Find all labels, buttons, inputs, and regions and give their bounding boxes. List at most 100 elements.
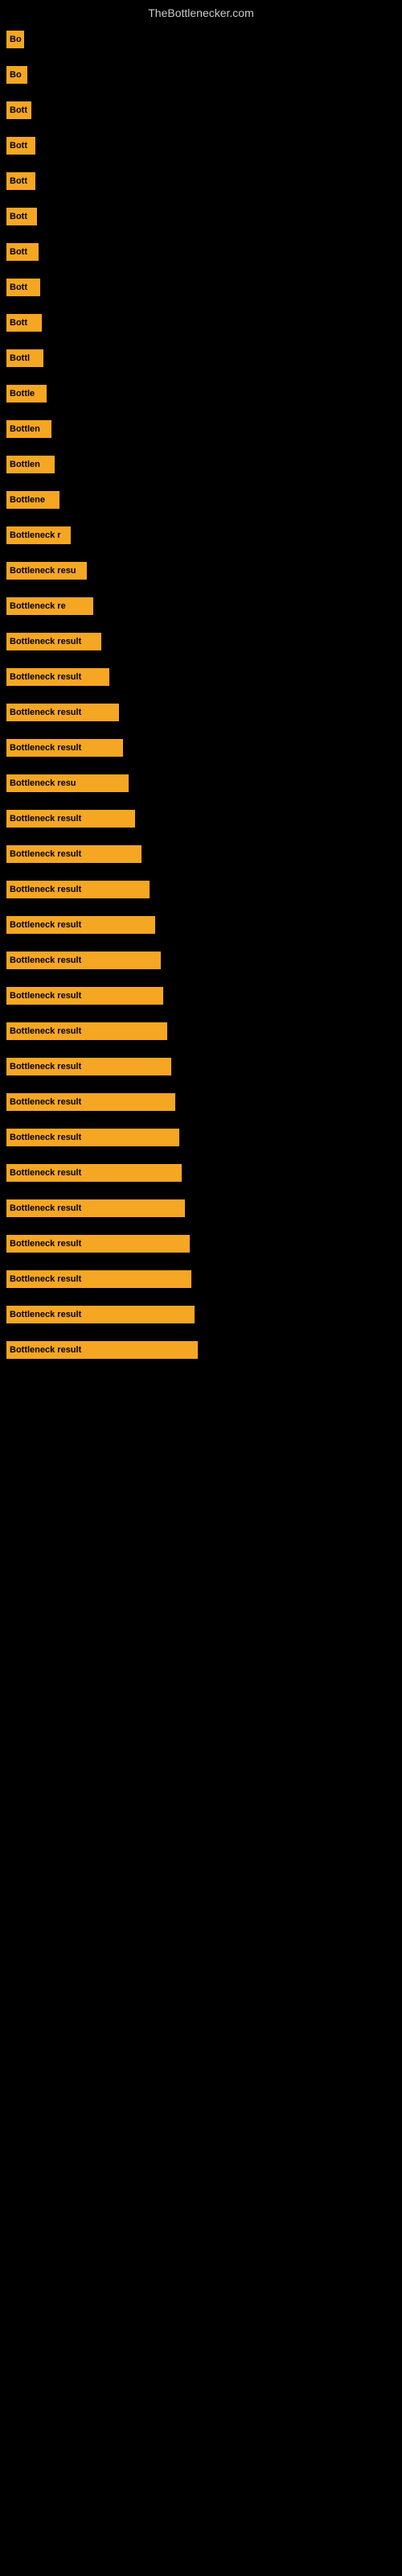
bar-item: Bottleneck result	[6, 845, 142, 863]
bar-item: Bott	[6, 243, 39, 261]
bar-item: Bottleneck result	[6, 1235, 190, 1253]
bar-row: Bott	[6, 314, 402, 332]
bar-row: Bottleneck result	[6, 1093, 402, 1111]
bar-item: Bottleneck result	[6, 739, 123, 757]
bar-item: Bottleneck result	[6, 1164, 182, 1182]
bar-row: Bottlen	[6, 420, 402, 438]
bar-item: Bottleneck resu	[6, 562, 87, 580]
bar-row: Bottleneck re	[6, 597, 402, 615]
bar-label: Bottleneck result	[10, 1168, 81, 1178]
bar-item: Bottleneck r	[6, 526, 71, 544]
bar-item: Bottleneck result	[6, 1306, 195, 1323]
bar-label: Bottleneck re	[10, 601, 66, 611]
bar-row: Bott	[6, 279, 402, 296]
bar-row: Bott	[6, 101, 402, 119]
bar-row: Bottleneck result	[6, 1235, 402, 1253]
bar-row: Bottleneck result	[6, 668, 402, 686]
bar-item: Bottleneck result	[6, 1058, 171, 1075]
bar-label: Bottleneck r	[10, 530, 61, 540]
bar-row: Bottleneck result	[6, 739, 402, 757]
bar-label: Bottleneck result	[10, 1062, 81, 1071]
bar-label: Bottlen	[10, 424, 40, 434]
bar-label: Bottleneck result	[10, 849, 81, 859]
bar-row: Bo	[6, 31, 402, 48]
bar-row: Bott	[6, 243, 402, 261]
bar-item: Bottleneck result	[6, 952, 161, 969]
bar-label: Bott	[10, 141, 27, 151]
bar-label: Bottleneck result	[10, 1239, 81, 1249]
bar-item: Bottleneck result	[6, 916, 155, 934]
bar-label: Bottle	[10, 389, 35, 398]
bar-row: Bottleneck result	[6, 1129, 402, 1146]
bar-label: Bottl	[10, 353, 30, 363]
bar-label: Bo	[10, 35, 22, 44]
bar-item: Bottleneck result	[6, 1022, 167, 1040]
bar-row: Bottlen	[6, 456, 402, 473]
bar-label: Bottleneck resu	[10, 566, 76, 576]
bar-row: Bott	[6, 137, 402, 155]
bar-row: Bottleneck result	[6, 881, 402, 898]
bar-label: Bottleneck result	[10, 708, 81, 717]
bar-row: Bottleneck result	[6, 704, 402, 721]
bar-label: Bottleneck result	[10, 1310, 81, 1319]
bar-row: Bottleneck result	[6, 1058, 402, 1075]
bar-label: Bott	[10, 105, 27, 115]
bars-container: Bo Bo Bott Bott Bott Bott Bott Bott Bott Bottl Bot…	[0, 23, 402, 1359]
bar-item: Bottleneck result	[6, 810, 135, 828]
bar-item: Bottleneck result	[6, 633, 101, 650]
bar-item: Bottleneck result	[6, 1093, 175, 1111]
bar-row: Bottleneck result	[6, 916, 402, 934]
bar-row: Bottleneck result	[6, 1306, 402, 1323]
bar-item: Bottleneck result	[6, 987, 163, 1005]
bar-label: Bottleneck result	[10, 743, 81, 753]
bar-label: Bott	[10, 176, 27, 186]
bar-label: Bottleneck result	[10, 885, 81, 894]
bar-label: Bott	[10, 283, 27, 292]
bar-row: Bottleneck result	[6, 845, 402, 863]
bar-row: Bottleneck resu	[6, 562, 402, 580]
site-title: TheBottlenecker.com	[0, 0, 402, 23]
bar-row: Bottleneck result	[6, 952, 402, 969]
bar-item: Bottleneck result	[6, 1270, 191, 1288]
bar-item: Bottleneck result	[6, 704, 119, 721]
bar-row: Bottleneck result	[6, 1341, 402, 1359]
bar-label: Bottleneck result	[10, 637, 81, 646]
bar-item: Bottleneck result	[6, 1129, 179, 1146]
bar-row: Bottl	[6, 349, 402, 367]
bar-row: Bottleneck result	[6, 1270, 402, 1288]
bar-row: Bott	[6, 208, 402, 225]
bar-row: Bottleneck r	[6, 526, 402, 544]
bar-row: Bottleneck resu	[6, 774, 402, 792]
bar-label: Bottleneck result	[10, 1274, 81, 1284]
bar-item: Bottleneck re	[6, 597, 93, 615]
bar-item: Bottl	[6, 349, 43, 367]
bar-label: Bottleneck result	[10, 920, 81, 930]
bar-item: Bottlen	[6, 420, 51, 438]
bar-row: Bottleneck result	[6, 810, 402, 828]
bar-item: Bott	[6, 279, 40, 296]
bar-item: Bott	[6, 314, 42, 332]
bar-row: Bottleneck result	[6, 633, 402, 650]
bar-label: Bottleneck resu	[10, 778, 76, 788]
bar-row: Bottleneck result	[6, 1199, 402, 1217]
bar-label: Bottleneck result	[10, 1203, 81, 1213]
bar-item: Bott	[6, 172, 35, 190]
bar-label: Bott	[10, 318, 27, 328]
bar-label: Bottlene	[10, 495, 45, 505]
bar-item: Bott	[6, 208, 37, 225]
bar-row: Bottleneck result	[6, 1164, 402, 1182]
bar-row: Bottle	[6, 385, 402, 402]
bar-item: Bott	[6, 137, 35, 155]
bar-item: Bottleneck result	[6, 881, 150, 898]
bar-label: Bottleneck result	[10, 991, 81, 1001]
bar-item: Bo	[6, 66, 27, 84]
bar-label: Bottleneck result	[10, 1133, 81, 1142]
bar-row: Bo	[6, 66, 402, 84]
bar-label: Bo	[10, 70, 22, 80]
bar-label: Bottleneck result	[10, 672, 81, 682]
bar-item: Bottlene	[6, 491, 59, 509]
bar-label: Bott	[10, 212, 27, 221]
bar-label: Bottleneck result	[10, 1345, 81, 1355]
bar-item: Bott	[6, 101, 31, 119]
bar-item: Bottleneck result	[6, 1199, 185, 1217]
